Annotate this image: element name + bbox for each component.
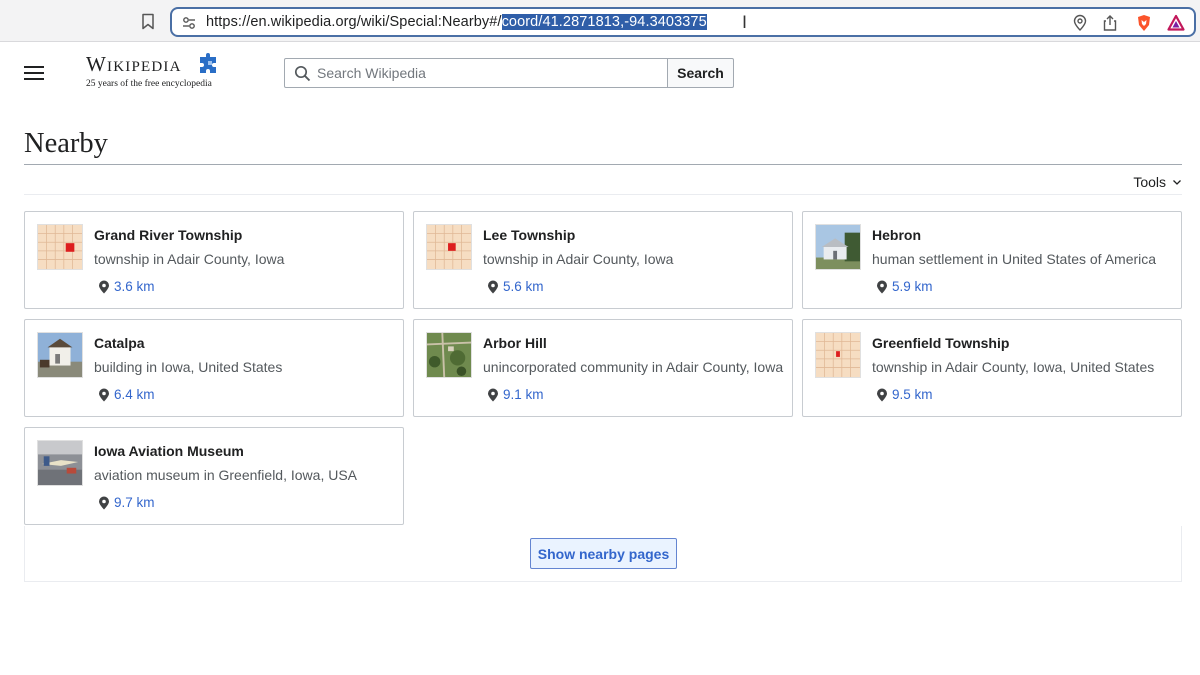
- card-title[interactable]: Greenfield Township: [872, 335, 1009, 351]
- site-settings-icon[interactable]: [181, 15, 197, 31]
- card-title[interactable]: Arbor Hill: [483, 335, 547, 351]
- card-distance: 9.7 km: [98, 495, 155, 510]
- tools-label: Tools: [1133, 174, 1166, 190]
- card-distance: 9.1 km: [487, 387, 544, 402]
- nearby-card[interactable]: Iowa Aviation Museum aviation museum in …: [24, 427, 404, 525]
- distance-text: 6.4 km: [114, 387, 155, 402]
- nearby-card[interactable]: Arbor Hill unincorporated community in A…: [413, 319, 793, 417]
- url-selection: coord/41.2871813,-94.3403375: [501, 14, 707, 30]
- map-pin-icon: [488, 280, 498, 293]
- building-photo-icon: [37, 332, 83, 378]
- nearby-card[interactable]: Catalpa building in Iowa, United States …: [24, 319, 404, 417]
- card-description: township in Adair County, Iowa: [483, 251, 674, 267]
- card-description: township in Adair County, Iowa, United S…: [872, 359, 1155, 375]
- url-prefix: https://en.wikipedia.org/wiki/Special:Ne…: [206, 14, 502, 30]
- title-divider: [24, 164, 1182, 165]
- museum-photo-icon: [37, 440, 83, 486]
- card-description: township in Adair County, Iowa: [94, 251, 285, 267]
- map-pin-icon: [99, 388, 109, 401]
- page-title: Nearby: [24, 128, 108, 159]
- chevron-down-icon: [1173, 180, 1181, 185]
- main-menu-icon[interactable]: [24, 65, 44, 81]
- map-pin-icon: [877, 280, 887, 293]
- url-text[interactable]: https://en.wikipedia.org/wiki/Special:Ne…: [206, 14, 707, 30]
- distance-text: 9.5 km: [892, 387, 933, 402]
- brave-rewards-icon[interactable]: [1167, 14, 1185, 32]
- tools-menu[interactable]: Tools: [1133, 174, 1182, 190]
- search-icon: [294, 65, 311, 82]
- brave-shield-icon[interactable]: [1135, 14, 1153, 32]
- card-title[interactable]: Hebron: [872, 227, 921, 243]
- search-box[interactable]: [284, 58, 668, 88]
- distance-text: 5.6 km: [503, 279, 544, 294]
- card-title[interactable]: Grand River Township: [94, 227, 242, 243]
- location-icon[interactable]: [1071, 14, 1089, 32]
- card-distance: 6.4 km: [98, 387, 155, 402]
- map-thumbnail-icon: [815, 332, 861, 378]
- logo-tagline: 25 years of the free encyclopedia: [86, 79, 212, 89]
- nearby-card[interactable]: Grand River Township township in Adair C…: [24, 211, 404, 309]
- map-pin-icon: [99, 496, 109, 509]
- distance-text: 9.7 km: [114, 495, 155, 510]
- tools-divider: [24, 194, 1182, 195]
- card-distance: 5.6 km: [487, 279, 544, 294]
- card-distance: 9.5 km: [876, 387, 933, 402]
- map-pin-icon: [488, 388, 498, 401]
- bookmark-icon[interactable]: [141, 13, 155, 30]
- search-input[interactable]: [317, 60, 657, 86]
- card-distance: 3.6 km: [98, 279, 155, 294]
- map-pin-icon: [99, 280, 109, 293]
- text-cursor-icon: I: [742, 13, 748, 33]
- card-description: building in Iowa, United States: [94, 359, 283, 375]
- card-title[interactable]: Iowa Aviation Museum: [94, 443, 244, 459]
- building-photo-icon: [815, 224, 861, 270]
- nearby-card[interactable]: Lee Township township in Adair County, I…: [413, 211, 793, 309]
- browser-toolbar: https://en.wikipedia.org/wiki/Special:Ne…: [0, 0, 1200, 42]
- map-pin-icon: [877, 388, 887, 401]
- address-bar[interactable]: https://en.wikipedia.org/wiki/Special:Ne…: [170, 7, 1196, 37]
- wikipedia-wordmark[interactable]: Wikipedia: [86, 52, 182, 77]
- wikipedia-puzzle-logo-icon[interactable]: [197, 52, 221, 76]
- distance-text: 3.6 km: [114, 279, 155, 294]
- nearby-card[interactable]: Greenfield Township township in Adair Co…: [802, 319, 1182, 417]
- search-button[interactable]: Search: [667, 58, 734, 88]
- card-description: human settlement in United States of Ame…: [872, 251, 1157, 267]
- distance-text: 9.1 km: [503, 387, 544, 402]
- card-title[interactable]: Catalpa: [94, 335, 145, 351]
- distance-text: 5.9 km: [892, 279, 933, 294]
- card-description: unincorporated community in Adair County…: [483, 359, 784, 375]
- nearby-card[interactable]: Hebron human settlement in United States…: [802, 211, 1182, 309]
- map-thumbnail-icon: [426, 224, 472, 270]
- show-nearby-pages-button[interactable]: Show nearby pages: [530, 538, 677, 569]
- card-title[interactable]: Lee Township: [483, 227, 575, 243]
- aerial-photo-icon: [426, 332, 472, 378]
- card-description: aviation museum in Greenfield, Iowa, USA: [94, 467, 358, 483]
- card-distance: 5.9 km: [876, 279, 933, 294]
- map-thumbnail-icon: [37, 224, 83, 270]
- share-icon[interactable]: [1101, 14, 1119, 32]
